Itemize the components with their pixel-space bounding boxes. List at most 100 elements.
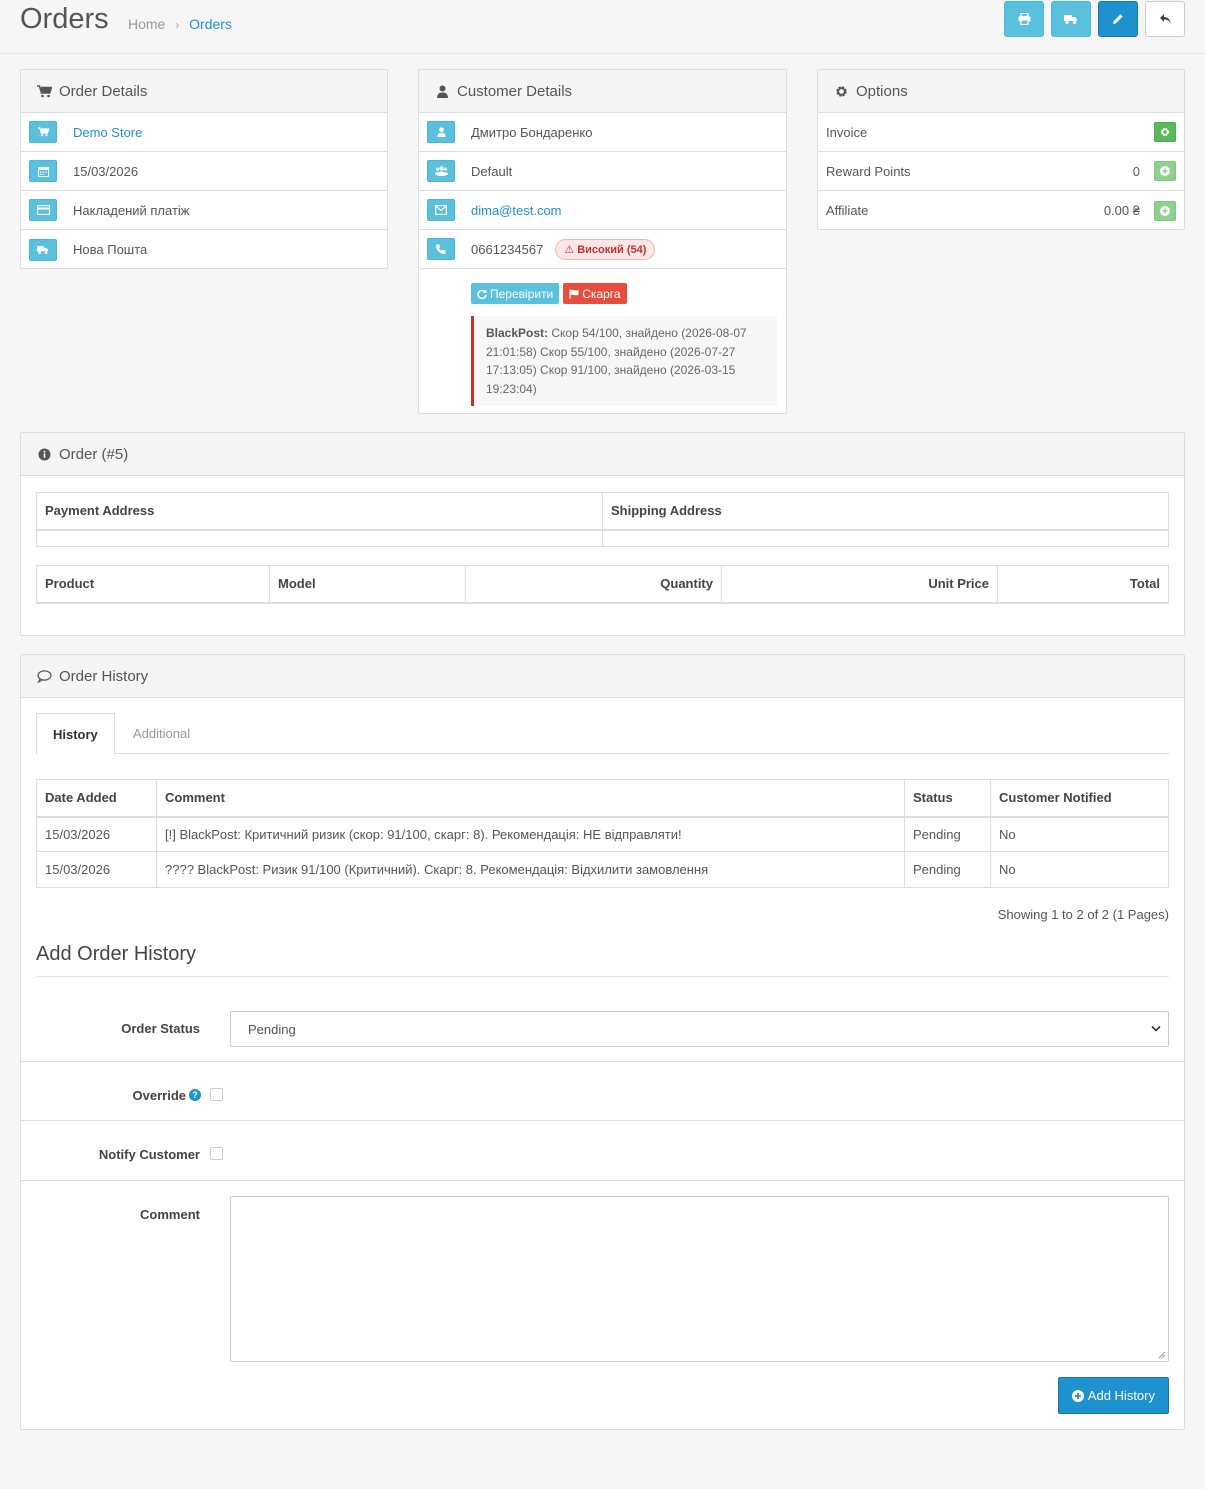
address-table-wrap: Payment Address Shipping Address — [36, 492, 1169, 547]
add-history-button[interactable]: Add History — [1057, 1377, 1169, 1414]
date-row: 15/03/2026 — [21, 152, 387, 191]
customer-name: Дмитро Бондаренко — [471, 124, 593, 140]
history-date: 15/03/2026 — [36, 816, 157, 852]
add-history-button-label: Add History — [1087, 1388, 1155, 1403]
payment-address-header: Payment Address — [36, 492, 603, 531]
history-comment: [!] BlackPost: Критичний ризик (скор: 91… — [156, 816, 905, 852]
order-history-title: Order History — [59, 667, 149, 685]
blackpost-label: BlackPost: — [486, 326, 549, 340]
customer-group: Default — [471, 163, 513, 179]
back-button[interactable] — [1145, 1, 1185, 37]
total-header: Total — [997, 565, 1169, 604]
store-link[interactable]: Demo Store — [73, 125, 142, 140]
order-status-select[interactable]: Pending — [230, 1011, 1169, 1047]
quantity-header: Quantity — [465, 565, 722, 604]
customer-details-title: Customer Details — [457, 82, 573, 100]
plus-circle-icon — [1160, 205, 1170, 216]
options-heading: Options — [818, 70, 1184, 113]
customer-group-row: Default — [419, 152, 786, 191]
history-status: Pending — [904, 816, 991, 852]
check-button-label: Перевірити — [490, 286, 554, 301]
order-details-title: Order Details — [59, 82, 148, 100]
history-notified: No — [990, 851, 1169, 888]
complaint-button[interactable]: Скарга — [563, 283, 627, 304]
envelope-icon — [435, 205, 447, 215]
customer-details-panel: Customer Details Дмитро Бондаренко Defau… — [418, 69, 787, 414]
payment-method-row: Накладений платіж — [21, 191, 387, 230]
chevron-down-icon — [1151, 1025, 1161, 1032]
invoice-row: Invoice — [818, 113, 1184, 152]
email-icon-button — [427, 199, 455, 221]
order-title: Order (#5) — [59, 445, 129, 463]
shipping-method-row: Нова Пошта — [21, 230, 387, 269]
tab-history[interactable]: History — [36, 713, 115, 755]
add-reward-button[interactable] — [1154, 161, 1176, 181]
order-status-value: Pending — [248, 1021, 296, 1037]
shipping-address-cell — [602, 529, 1169, 547]
customer-phone: 0661234567 — [471, 241, 544, 257]
pencil-icon — [1113, 14, 1123, 24]
truck-icon — [37, 245, 49, 254]
users-icon — [434, 166, 448, 176]
blackpost-report: BlackPost: Скор 54/100, знайдено (2026-0… — [471, 316, 777, 406]
reply-icon — [1159, 14, 1170, 24]
table-row: 15/03/2026 ???? BlackPost: Ризик 91/100 … — [36, 851, 1169, 888]
flag-icon — [569, 289, 579, 299]
user-icon — [434, 85, 450, 98]
history-tabs: History Additional — [36, 713, 1169, 755]
comment-icon — [36, 669, 52, 683]
history-table-wrap: Date Added Comment Status Customer Notif… — [36, 779, 1169, 888]
order-history-heading: Order History — [21, 655, 1184, 698]
print-shipping-button[interactable] — [1051, 1, 1091, 37]
product-header: Product — [36, 565, 270, 604]
invoice-label: Invoice — [826, 124, 868, 140]
product-table: Product Model Quantity Unit Price Total — [36, 565, 1169, 604]
complaint-button-label: Скарга — [582, 286, 621, 301]
shipping-address-header: Shipping Address — [602, 492, 1169, 531]
edit-order-button[interactable] — [1098, 1, 1138, 37]
phone-icon — [436, 244, 446, 254]
print-invoice-button[interactable] — [1004, 1, 1044, 37]
store-row: Demo Store — [21, 113, 387, 152]
date-added-header: Date Added — [36, 779, 157, 818]
store-icon-button — [29, 121, 57, 143]
breadcrumb-orders[interactable]: Orders — [189, 16, 232, 32]
customer-name-row: Дмитро Бондаренко — [419, 113, 786, 152]
notify-customer-checkbox[interactable] — [210, 1147, 223, 1160]
comment-textarea[interactable] — [230, 1196, 1169, 1362]
add-commission-button[interactable] — [1154, 200, 1176, 221]
customer-notified-header: Customer Notified — [990, 779, 1169, 818]
customer-email-link[interactable]: dima@test.com — [471, 203, 562, 218]
help-icon[interactable]: ? — [189, 1089, 201, 1101]
comment-label: Comment — [140, 1207, 200, 1222]
truck-icon — [1064, 14, 1077, 24]
group-icon-button — [427, 160, 455, 182]
print-icon — [1018, 13, 1030, 25]
order-heading: Order (#5) — [21, 433, 1184, 476]
tab-additional[interactable]: Additional — [117, 713, 206, 754]
phone-icon-button — [427, 238, 455, 260]
resize-handle-icon[interactable] — [1158, 1351, 1166, 1359]
customer-icon-button — [427, 121, 455, 143]
payment-method: Накладений платіж — [73, 202, 190, 218]
options-panel: Options Invoice Reward Points 0 Affiliat… — [817, 69, 1185, 230]
order-details-panel: Order Details Demo Store 15/03/2026 Накл… — [20, 69, 388, 269]
generate-invoice-button[interactable] — [1154, 122, 1176, 142]
comment-header: Comment — [156, 779, 905, 818]
check-button[interactable]: Перевірити — [471, 283, 560, 304]
override-checkbox[interactable] — [210, 1088, 223, 1101]
page-title: Orders — [20, 3, 109, 35]
history-comment: ???? BlackPost: Ризик 91/100 (Критичний)… — [156, 851, 905, 888]
history-date: 15/03/2026 — [36, 851, 157, 888]
shipping-icon-button — [29, 238, 57, 261]
order-history-panel: Order History History Additional Date Ad… — [20, 654, 1185, 1430]
affiliate-label: Affiliate — [826, 203, 869, 218]
payment-address-cell — [36, 529, 603, 547]
breadcrumb-home[interactable]: Home — [128, 16, 165, 32]
address-table: Payment Address Shipping Address — [36, 492, 1169, 547]
date-icon-button — [29, 160, 57, 182]
reward-points-label: Reward Points — [826, 163, 911, 179]
history-notified: No — [990, 816, 1169, 852]
reward-points-row: Reward Points 0 — [818, 152, 1184, 191]
customer-email-row: dima@test.com — [419, 191, 786, 230]
